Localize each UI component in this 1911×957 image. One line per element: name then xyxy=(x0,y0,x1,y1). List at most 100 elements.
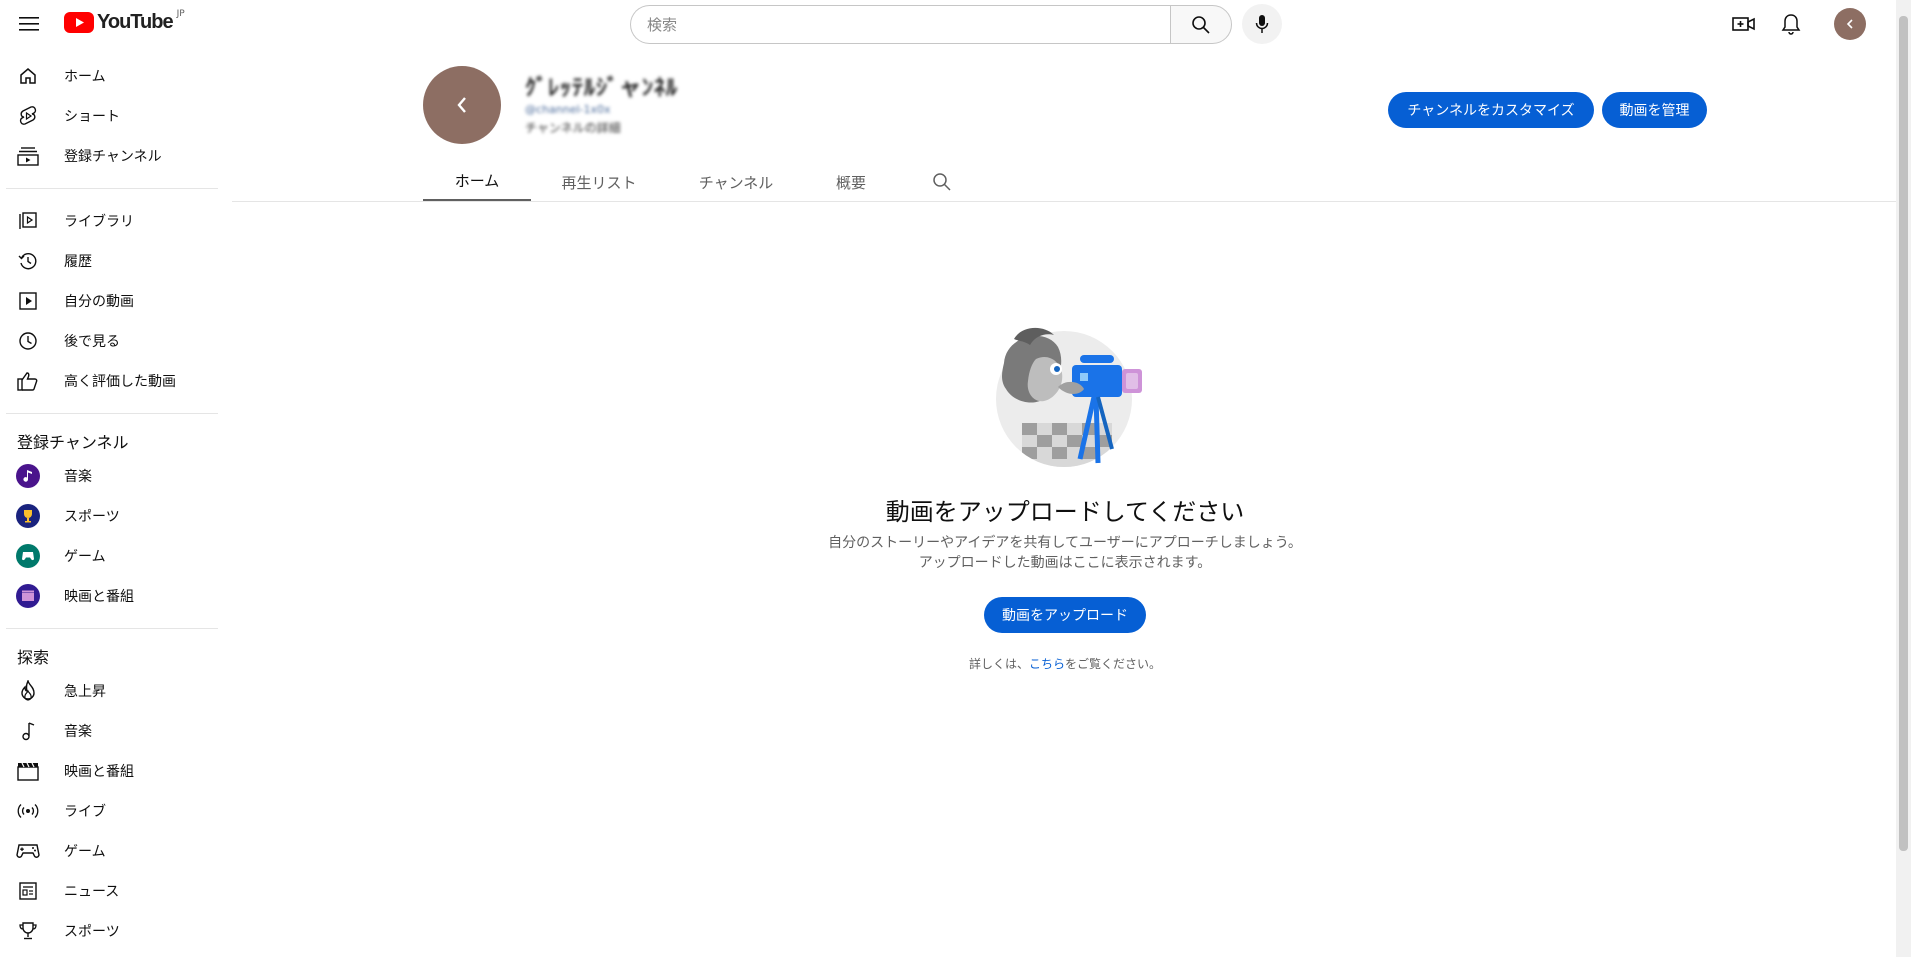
sidebar-item-movies[interactable]: 映画と番組 xyxy=(0,751,218,791)
search-box[interactable] xyxy=(630,5,1170,44)
sidebar-item-label: 音楽 xyxy=(64,469,92,485)
search-input[interactable] xyxy=(647,15,1170,34)
sidebar-item-label: スポーツ xyxy=(64,924,120,940)
page-scrollbar[interactable] xyxy=(1896,0,1911,957)
sidebar-item-label: 映画と番組 xyxy=(64,764,134,780)
tabs-divider xyxy=(232,201,1896,202)
learn-more-suffix: をご覧ください。 xyxy=(1065,657,1162,671)
channel-handle: @channel-1x0x xyxy=(525,103,611,116)
sidebar-item-home[interactable]: ホーム xyxy=(0,56,218,96)
notifications-button[interactable] xyxy=(1775,8,1807,40)
library-icon xyxy=(16,209,40,233)
avatar-glyph-icon xyxy=(457,97,466,113)
empty-state-desc-line: 自分のストーリーやアイデアを共有してユーザーにアプローチしましょう。 xyxy=(828,535,1302,551)
sidebar-divider xyxy=(6,628,218,629)
bell-icon xyxy=(1781,14,1801,35)
logo-text: YouTube xyxy=(97,11,174,33)
sidebar-item-live[interactable]: ライブ xyxy=(0,791,218,831)
shorts-icon xyxy=(16,104,40,128)
sidebar-divider xyxy=(6,413,218,414)
sidebar-item-trending[interactable]: 急上昇 xyxy=(0,671,218,711)
channel-details[interactable]: チャンネルの詳細 xyxy=(525,119,621,136)
voice-search-button[interactable] xyxy=(1242,4,1282,44)
manage-videos-button[interactable]: 動画を管理 xyxy=(1602,92,1707,128)
channel-name: ｸﾞﾚｯﾃﾙｼﾞャﾝﾈﾙ xyxy=(525,76,679,101)
sidebar-item-label: 音楽 xyxy=(64,724,92,740)
scrollbar-thumb[interactable] xyxy=(1899,16,1908,851)
create-video-button[interactable] xyxy=(1728,8,1760,40)
sidebar-item-label: ライブラリ xyxy=(64,214,134,230)
sidebar-divider xyxy=(6,188,218,189)
watch-later-icon xyxy=(16,329,40,353)
upload-video-button[interactable]: 動画をアップロード xyxy=(984,597,1146,633)
sidebar-item-shorts[interactable]: ショート xyxy=(0,96,218,136)
empty-state-description: 自分のストーリーやアイデアを共有してユーザーにアプローチしましょう。 アップロー… xyxy=(0,533,1911,573)
account-avatar[interactable] xyxy=(1834,8,1866,40)
sidebar-item-label: 登録チャンネル xyxy=(64,149,162,165)
youtube-play-icon xyxy=(64,12,94,33)
menu-icon[interactable] xyxy=(13,10,45,38)
tab-home[interactable]: ホーム xyxy=(423,162,531,202)
sidebar-item-your-videos[interactable]: 自分の動画 xyxy=(0,281,218,321)
search-icon xyxy=(1192,15,1210,34)
microphone-icon xyxy=(1255,15,1269,33)
learn-more-link[interactable]: こちら xyxy=(1029,657,1065,671)
search-bar xyxy=(630,5,1232,44)
sidebar-item-music[interactable]: 音楽 xyxy=(0,711,218,751)
sidebar-item-subscriptions[interactable]: 登録チャンネル xyxy=(0,136,218,176)
sidebar-item-label: 急上昇 xyxy=(64,684,106,700)
music-channel-avatar xyxy=(16,464,40,488)
sidebar-item-library[interactable]: ライブラリ xyxy=(0,201,218,241)
sidebar-item-label: 履歴 xyxy=(64,254,92,270)
trending-icon xyxy=(16,679,40,703)
your-videos-icon xyxy=(16,289,40,313)
logo-region: JP xyxy=(176,8,185,19)
sidebar-item-history[interactable]: 履歴 xyxy=(0,241,218,281)
music-note-icon xyxy=(16,719,40,743)
sidebar-item-gaming[interactable]: ゲーム xyxy=(0,831,218,871)
search-icon xyxy=(933,173,951,191)
sidebar-item-label: 映画と番組 xyxy=(64,589,134,605)
sidebar-item-label: ライブ xyxy=(64,804,106,820)
youtube-logo[interactable]: YouTube JP xyxy=(64,8,185,34)
tab-channels[interactable]: チャンネル xyxy=(667,162,805,202)
customize-channel-button[interactable]: チャンネルをカスタマイズ xyxy=(1388,92,1594,128)
live-icon xyxy=(16,799,40,823)
channel-avatar xyxy=(423,66,501,144)
trophy-icon xyxy=(16,919,40,943)
learn-more-text: 詳しくは、こちらをご覧ください。 xyxy=(0,655,1911,672)
channel-search-button[interactable] xyxy=(897,162,987,202)
sidebar-item-label: 高く評価した動画 xyxy=(64,374,176,390)
masthead: YouTube JP xyxy=(0,0,1896,48)
sidebar-item-label: ニュース xyxy=(64,884,120,900)
search-button[interactable] xyxy=(1170,5,1232,44)
sidebar-item-label: ホーム xyxy=(64,69,106,85)
tab-about[interactable]: 概要 xyxy=(805,162,897,202)
subscriptions-icon xyxy=(16,144,40,168)
sidebar-item-sports[interactable]: スポーツ xyxy=(0,911,218,951)
sidebar-item-sub-music[interactable]: 音楽 xyxy=(0,456,218,496)
history-icon xyxy=(16,249,40,273)
learn-more-prefix: 詳しくは、 xyxy=(968,657,1029,671)
sidebar-item-label: ショート xyxy=(64,109,120,125)
sidebar-item-liked-videos[interactable]: 高く評価した動画 xyxy=(0,361,218,401)
sidebar-item-label: 後で見る xyxy=(64,334,120,350)
tab-playlists[interactable]: 再生リスト xyxy=(531,162,667,202)
empty-state-title: 動画をアップロードしてください xyxy=(885,498,1245,526)
movies-channel-avatar xyxy=(16,584,40,608)
empty-state-desc-line: アップロードした動画はここに表示されます。 xyxy=(918,555,1212,571)
empty-channel-illustration xyxy=(996,327,1142,467)
sidebar-item-sub-movies[interactable]: 映画と番組 xyxy=(0,576,218,616)
thumbs-up-icon xyxy=(16,369,40,393)
sidebar-item-watch-later[interactable]: 後で見る xyxy=(0,321,218,361)
create-video-icon xyxy=(1732,17,1755,31)
sidebar-item-label: ゲーム xyxy=(64,844,106,860)
newspaper-icon xyxy=(16,879,40,903)
home-icon xyxy=(16,64,40,88)
sidebar-item-news[interactable]: ニュース xyxy=(0,871,218,911)
avatar-glyph-icon xyxy=(1846,19,1853,29)
subscriptions-heading: 登録チャンネル xyxy=(17,433,129,452)
clapperboard-icon xyxy=(16,759,40,783)
sidebar-item-label: 自分の動画 xyxy=(64,294,134,310)
channel-tabs: ホーム 再生リスト チャンネル 概要 xyxy=(423,162,987,202)
